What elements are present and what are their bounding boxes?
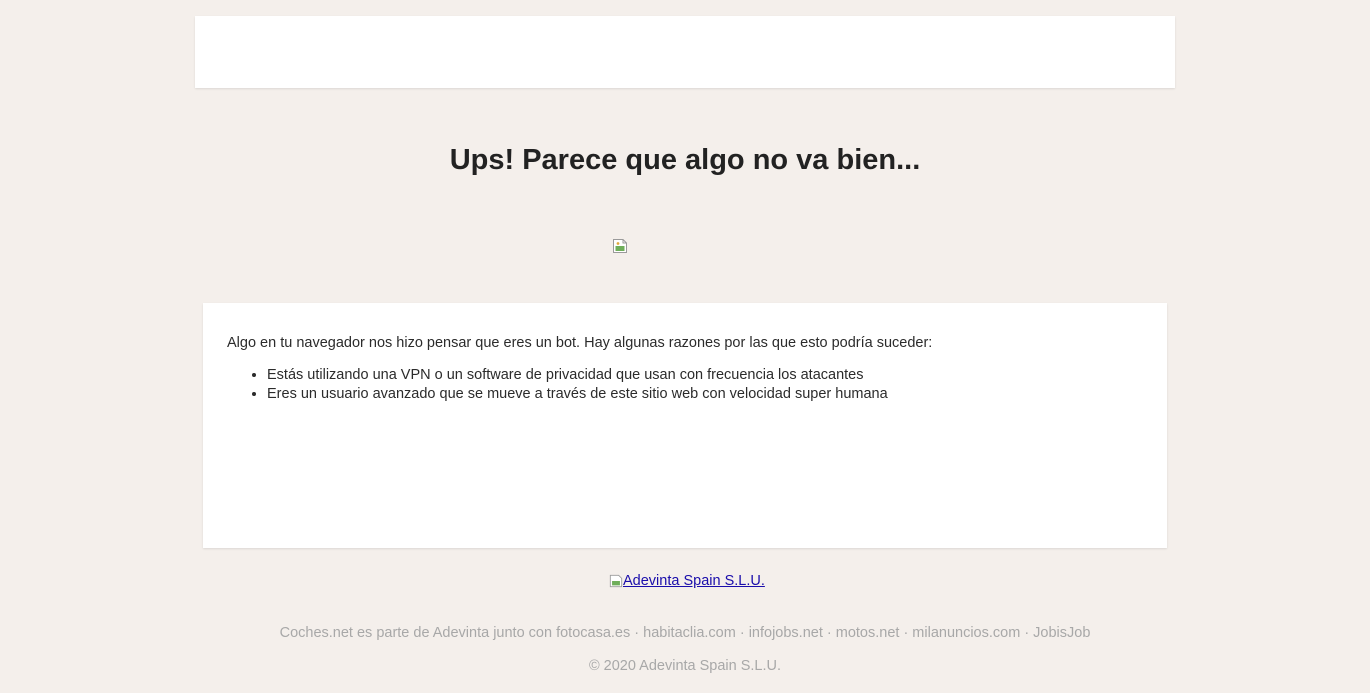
adevinta-logo-alt-text[interactable]: Adevinta Spain S.L.U. [623,572,765,590]
reasons-list: Estás utilizando una VPN o un software d… [227,366,888,404]
broken-image-icon [613,239,627,253]
list-item: Estás utilizando una VPN o un software d… [267,366,888,385]
broken-image-icon [609,574,623,588]
footer-sites-text: Coches.net es parte de Adevinta junto co… [279,625,1091,641]
bot-explanation-text: Algo en tu navegador nos hizo pensar que… [227,335,933,351]
adevinta-logo-link[interactable]: Adevinta Spain S.L.U. [609,572,765,590]
message-card: Algo en tu navegador nos hizo pensar que… [203,303,1167,548]
list-item: Eres un usuario avanzado que se mueve a … [267,385,888,404]
page-title: Ups! Parece que algo no va bien... [449,144,921,176]
footer-copyright: © 2020 Adevinta Spain S.L.U. [588,658,782,674]
header-bar [195,16,1175,88]
